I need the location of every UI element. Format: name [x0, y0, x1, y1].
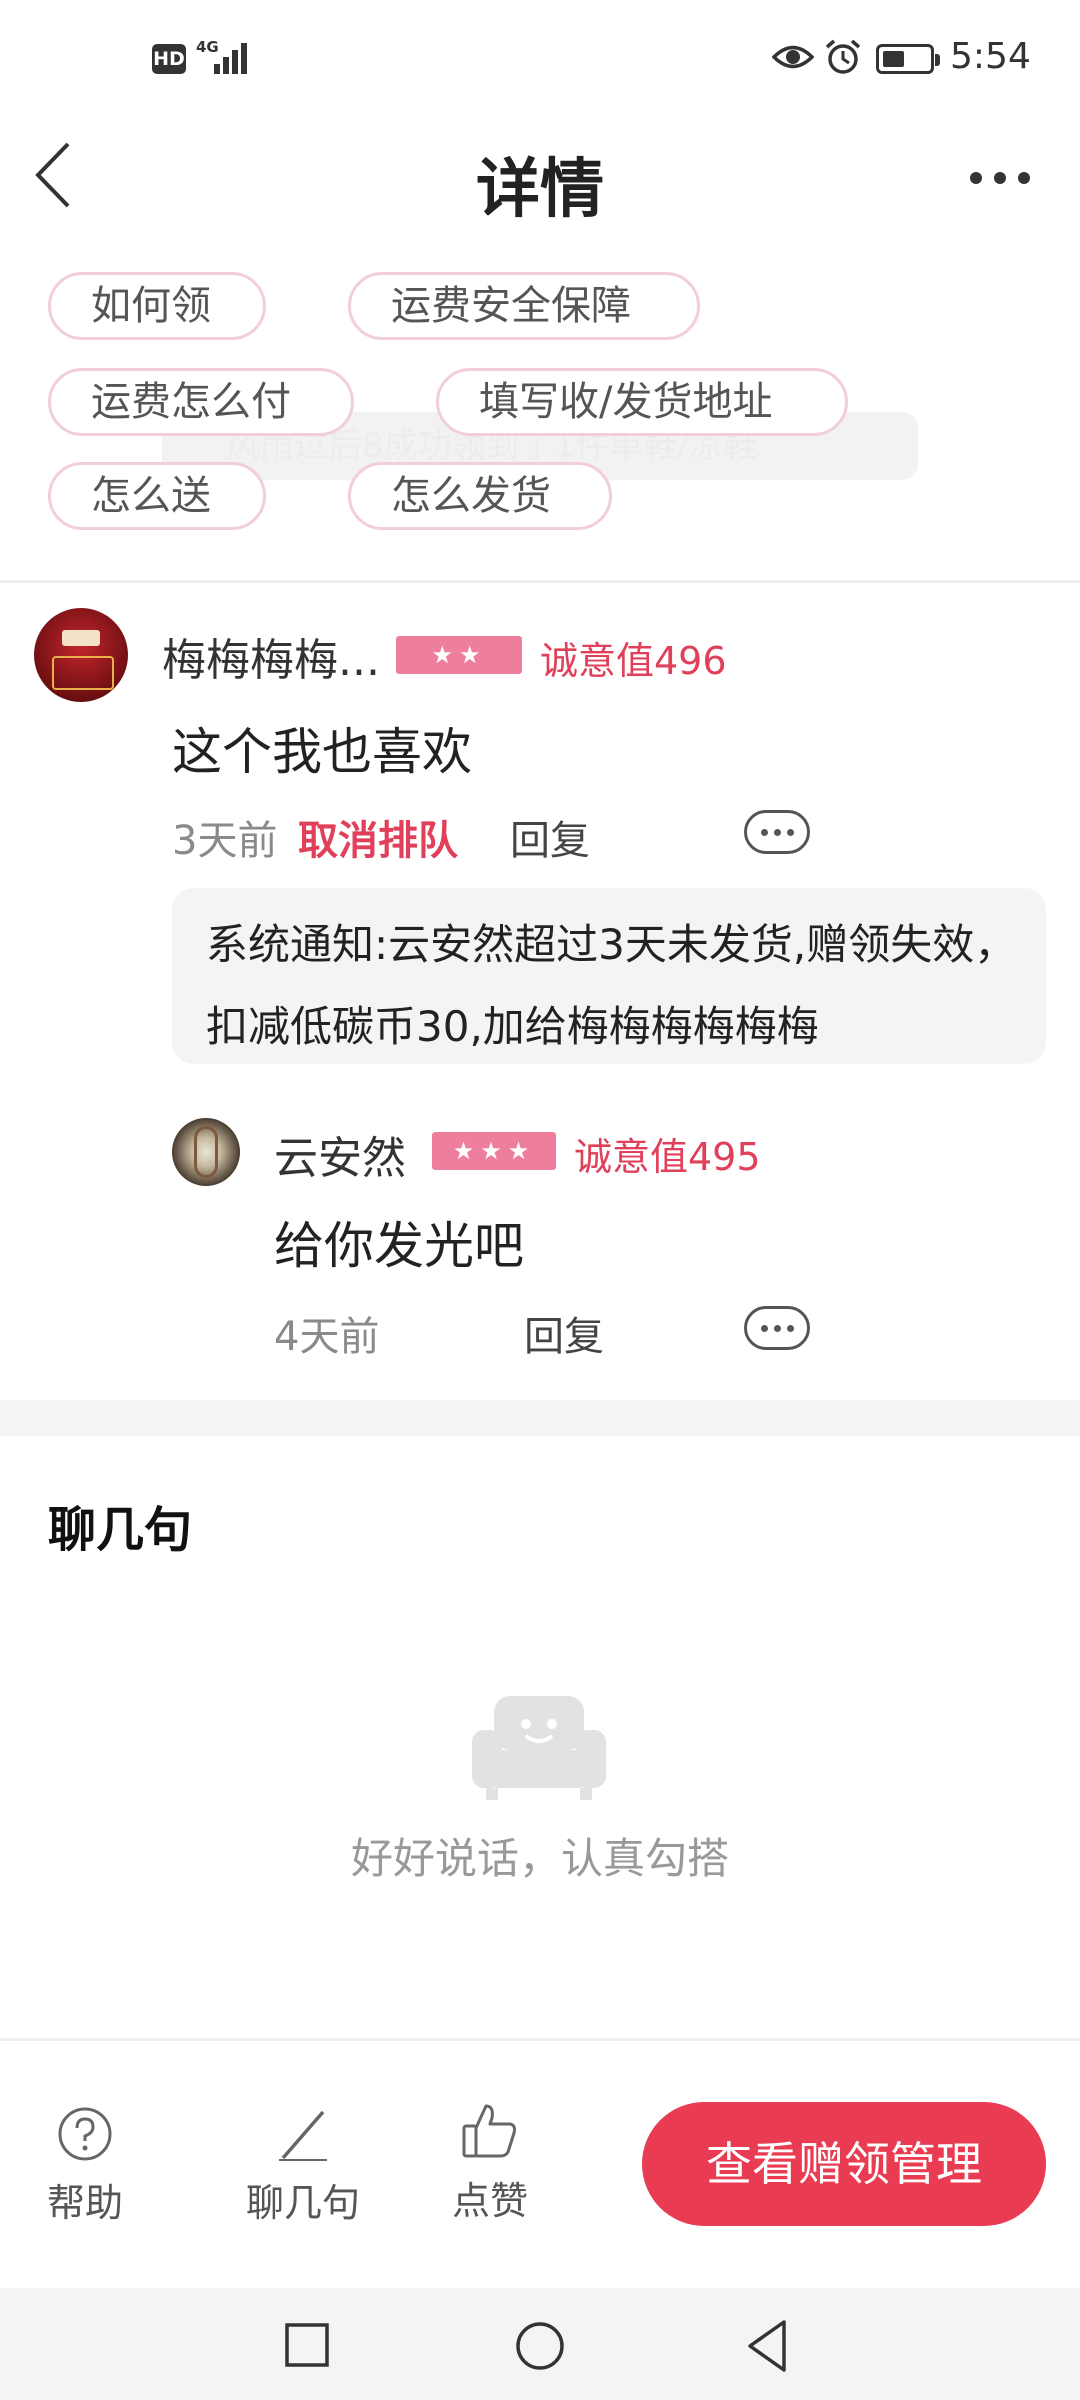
cancel-queue-button[interactable]: 取消排队 — [298, 808, 458, 866]
sincerity-value: 诚意值495 — [574, 1135, 761, 1179]
reply-username[interactable]: 云安然 — [274, 1122, 406, 1186]
home-icon[interactable] — [514, 2320, 566, 2372]
eye-icon — [772, 45, 814, 69]
view-gift-management-button[interactable]: 查看赠领管理 — [642, 2102, 1046, 2226]
sofa-icon — [472, 1696, 606, 1800]
tag-how-to-claim[interactable]: 如何领 — [48, 272, 266, 340]
clock-time: 5:54 — [950, 36, 1031, 77]
comment-username[interactable]: 梅梅梅梅... — [162, 624, 380, 688]
page-title: 详情 — [476, 153, 604, 227]
empty-state-text: 好好说话，认真勾搭 — [350, 1834, 729, 1883]
like-button[interactable]: 点赞 — [430, 2100, 550, 2225]
more-options-icon[interactable] — [744, 1306, 810, 1350]
hd-badge: HD — [152, 44, 186, 74]
system-nav-bar — [0, 2288, 1080, 2400]
more-options-icon[interactable] — [744, 810, 810, 854]
help-label: 帮助 — [46, 2181, 123, 2225]
signal-icon — [214, 40, 254, 74]
tag-how-to-send[interactable]: 怎么送 — [48, 462, 266, 530]
reply-time: 4天前 — [274, 1314, 380, 1360]
back-nav-icon[interactable] — [744, 2318, 790, 2374]
reply-button[interactable]: 回复 — [510, 808, 590, 866]
tag-how-to-ship[interactable]: 怎么发货 — [348, 462, 612, 530]
recent-apps-icon[interactable] — [284, 2322, 330, 2368]
sincerity-value: 诚意值496 — [540, 639, 727, 683]
battery-icon — [876, 44, 940, 74]
chat-label: 聊几句 — [245, 2181, 360, 2225]
comment-time: 3天前 — [172, 818, 278, 864]
reply-button[interactable]: 回复 — [524, 1304, 604, 1362]
system-notice: 系统通知:云安然超过3天未发货,赠领失效，扣减低碳币30,加给梅梅梅梅梅梅 — [172, 888, 1046, 1064]
thumbs-up-icon — [462, 2104, 516, 2158]
reply-avatar[interactable] — [172, 1118, 240, 1186]
star-badge: ★★ — [396, 636, 522, 674]
divider — [0, 580, 1080, 583]
tag-address[interactable]: 填写收/发货地址 — [436, 368, 848, 436]
more-icon[interactable] — [970, 170, 1030, 186]
status-bar: HD 4G 5:54 — [0, 0, 1080, 120]
alarm-icon — [825, 39, 861, 74]
help-icon — [58, 2107, 112, 2161]
chat-button[interactable]: 聊几句 — [238, 2106, 368, 2227]
help-button[interactable]: 帮助 — [30, 2106, 140, 2227]
like-label: 点赞 — [451, 2179, 528, 2223]
section-separator — [0, 1400, 1080, 1436]
star-badge: ★★★ — [432, 1132, 556, 1170]
tag-shipping-payment[interactable]: 运费怎么付 — [48, 368, 354, 436]
section-title: 聊几句 — [48, 1502, 193, 1558]
avatar[interactable] — [34, 608, 128, 702]
tag-shipping-guarantee[interactable]: 运费安全保障 — [348, 272, 700, 340]
reply-text: 给你发光吧 — [274, 1217, 524, 1275]
pencil-icon — [279, 2110, 327, 2161]
comment-text: 这个我也喜欢 — [172, 723, 472, 781]
